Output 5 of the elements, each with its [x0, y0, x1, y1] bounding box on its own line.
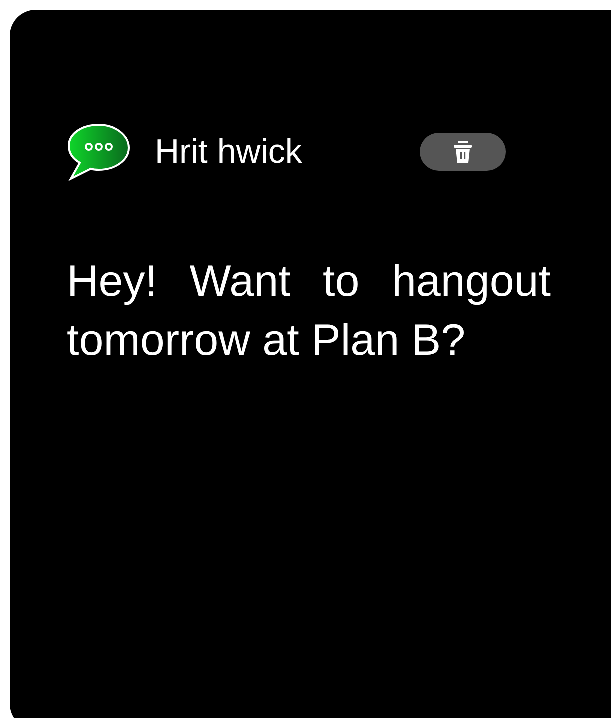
- message-text: Hey! Want to hangout tomorrow at Plan B?: [67, 256, 551, 367]
- trash-icon: [453, 141, 473, 163]
- chat-bubble-icon: [67, 123, 131, 181]
- sender-name: Hrit hwick: [155, 132, 304, 172]
- delete-button[interactable]: [420, 133, 506, 171]
